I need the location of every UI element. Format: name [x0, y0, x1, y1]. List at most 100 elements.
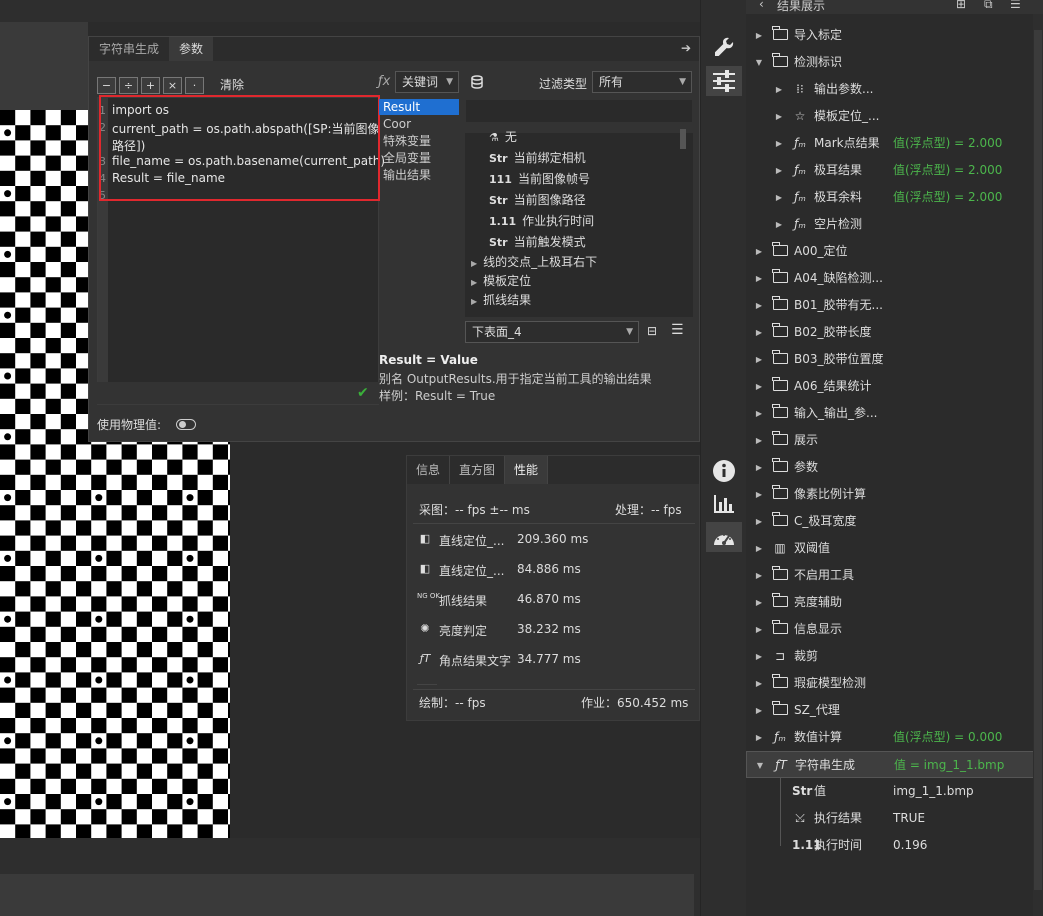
- expand-arrow-icon[interactable]: ▶: [754, 373, 764, 400]
- result-tree-scrollbar[interactable]: [1033, 14, 1043, 916]
- keyword-item[interactable]: 全局变量: [379, 150, 459, 166]
- tab-string-generate[interactable]: 字符串生成: [89, 37, 169, 61]
- tree-item[interactable]: ▶ 抓线结果: [471, 290, 531, 310]
- tree-item[interactable]: 111 当前图像帧号: [489, 169, 590, 189]
- menu-icon[interactable]: ☰: [671, 322, 684, 338]
- sliders-icon[interactable]: [706, 66, 742, 96]
- expand-arrow-icon[interactable]: ▶: [754, 346, 764, 373]
- tree-row[interactable]: ▶ ƒₘ 空片检测: [746, 211, 1043, 238]
- expand-arrow-icon[interactable]: ▶: [471, 259, 477, 268]
- expand-arrow-icon[interactable]: ▶: [774, 76, 784, 103]
- tree-item[interactable]: 1.11 作业执行时间: [489, 211, 594, 231]
- expand-arrow-icon[interactable]: ▶: [774, 157, 784, 184]
- keyword-item[interactable]: Coor: [379, 116, 459, 132]
- expand-arrow-icon[interactable]: ▶: [471, 278, 477, 287]
- tree-row[interactable]: ▶ B01_胶带有无...: [746, 292, 1043, 319]
- keyword-item[interactable]: 输出结果: [379, 167, 459, 183]
- tree-row[interactable]: ▶ 输入_输出_参...: [746, 400, 1043, 427]
- tree-row[interactable]: ▶ A04_缺陷检测...: [746, 265, 1043, 292]
- expand-arrow-icon[interactable]: ▶: [471, 297, 477, 306]
- expand-arrow-icon[interactable]: ▶: [754, 535, 764, 562]
- tree-scrollbar[interactable]: [680, 129, 686, 149]
- expand-arrow-icon[interactable]: ▶: [754, 697, 764, 724]
- divide-button[interactable]: ÷: [119, 77, 138, 94]
- expand-arrow-icon[interactable]: ▶: [754, 481, 764, 508]
- dot-button[interactable]: ·: [185, 77, 204, 94]
- expand-arrow-icon[interactable]: ▶: [774, 130, 784, 157]
- tree-row[interactable]: ▶ ⊐ 裁剪: [746, 643, 1043, 670]
- tree-row[interactable]: ▶ ƒₘ 数值计算 值(浮点型) = 0.000: [746, 724, 1043, 751]
- tree-row[interactable]: ▶ 导入标定: [746, 22, 1043, 49]
- expand-arrow-icon[interactable]: ▶: [754, 670, 764, 697]
- wrench-icon[interactable]: [706, 34, 742, 64]
- tree-row[interactable]: ▶ ƒₘ Mark点结果 值(浮点型) = 2.000: [746, 130, 1043, 157]
- expand-arrow-icon[interactable]: ▶: [754, 508, 764, 535]
- collapse-arrow-icon[interactable]: ▼: [754, 49, 764, 76]
- tree-row[interactable]: ▼ 检测标识: [746, 49, 1043, 76]
- plus-button[interactable]: +: [141, 77, 160, 94]
- histogram-icon[interactable]: [706, 489, 742, 519]
- tree-item[interactable]: Str 当前绑定相机: [489, 148, 586, 168]
- tree-row[interactable]: ▶ SZ_代理: [746, 697, 1043, 724]
- expand-arrow-icon[interactable]: ▶: [754, 589, 764, 616]
- expand-arrow-icon[interactable]: ▶: [754, 724, 764, 751]
- tree-row[interactable]: ▶ C_极耳宽度: [746, 508, 1043, 535]
- physical-value-toggle[interactable]: [176, 419, 196, 430]
- keyword-item[interactable]: Result: [379, 99, 459, 115]
- tree-row[interactable]: ▶ B03_胶带位置度: [746, 346, 1043, 373]
- expand-arrow-icon[interactable]: ▶: [774, 103, 784, 130]
- tree-item[interactable]: Str 当前触发模式: [489, 232, 586, 252]
- tree-row[interactable]: ▶ A00_定位: [746, 238, 1043, 265]
- tab-histogram[interactable]: 直方图: [450, 456, 506, 484]
- copy-icon[interactable]: ⧉: [984, 0, 993, 12]
- tab-params[interactable]: 参数: [169, 37, 214, 61]
- tree-row[interactable]: ▶ ƒₘ 极耳余料 值(浮点型) = 2.000: [746, 184, 1043, 211]
- tree-row[interactable]: ▶ 像素比例计算: [746, 481, 1043, 508]
- tree-row[interactable]: ▶ A06_结果统计: [746, 373, 1043, 400]
- info-icon[interactable]: [706, 456, 742, 486]
- tree-row[interactable]: ▶ 参数: [746, 454, 1043, 481]
- keyword-select[interactable]: 关键词 ▼: [395, 71, 459, 93]
- expand-arrow-icon[interactable]: ▶: [754, 319, 764, 346]
- tab-performance[interactable]: 性能: [505, 456, 549, 484]
- performance-gauge-icon[interactable]: [706, 522, 742, 552]
- tree-row[interactable]: ▶ ƒₘ 极耳结果 值(浮点型) = 2.000: [746, 157, 1043, 184]
- tree-row[interactable]: ▶ 不启用工具: [746, 562, 1043, 589]
- menu-icon[interactable]: ☰: [1010, 0, 1021, 11]
- expand-arrow-icon[interactable]: ▶: [754, 265, 764, 292]
- tree-row[interactable]: ▶ ☆ 模板定位_...: [746, 103, 1043, 130]
- pin-icon[interactable]: ➔: [681, 41, 691, 55]
- expand-arrow-icon[interactable]: ▶: [754, 22, 764, 49]
- filter-type-select[interactable]: 所有 ▼: [592, 71, 692, 93]
- tab-info[interactable]: 信息: [407, 456, 451, 484]
- tree-row[interactable]: ▶ ⁞⁝ 输出参数...: [746, 76, 1043, 103]
- tree-row[interactable]: ▶ B02_胶带长度: [746, 319, 1043, 346]
- expand-arrow-icon[interactable]: ▶: [774, 211, 784, 238]
- expand-arrow-icon[interactable]: ▶: [754, 292, 764, 319]
- list-add-icon[interactable]: ⊟: [647, 324, 657, 338]
- keyword-item[interactable]: 特殊变量: [379, 133, 459, 149]
- tree-row[interactable]: ▶ ▥ 双阈值: [746, 535, 1043, 562]
- collapse-arrow-icon[interactable]: ▼: [755, 752, 765, 779]
- tree-row[interactable]: ▼ ƒT 字符串生成 值 = img_1_1.bmp: [746, 751, 1043, 778]
- tree-row[interactable]: 1.11 执行时间 0.196: [746, 832, 1043, 859]
- expand-arrow-icon[interactable]: ▶: [754, 454, 764, 481]
- expand-arrow-icon[interactable]: ▶: [754, 616, 764, 643]
- tree-item[interactable]: ▶ 线的交点_上极耳右下: [471, 252, 597, 272]
- tree-row[interactable]: ▶ 瑕疵模型检测: [746, 670, 1043, 697]
- expand-arrow-icon[interactable]: ▶: [774, 184, 784, 211]
- tree-item[interactable]: Str 当前图像路径: [489, 190, 586, 210]
- variable-search-input[interactable]: [465, 99, 693, 123]
- expand-arrow-icon[interactable]: ▶: [754, 562, 764, 589]
- tree-row[interactable]: ⤩ 执行结果 TRUE: [746, 805, 1043, 832]
- tree-item[interactable]: ▶ 模板定位: [471, 271, 531, 291]
- expand-arrow-icon[interactable]: ▶: [754, 400, 764, 427]
- chevron-left-icon[interactable]: ‹: [759, 0, 764, 11]
- add-item-icon[interactable]: ⊞: [956, 0, 966, 11]
- tree-row[interactable]: ▶ 信息显示: [746, 616, 1043, 643]
- tree-row[interactable]: Str 值 img_1_1.bmp: [746, 778, 1043, 805]
- tree-row[interactable]: ▶ 亮度辅助: [746, 589, 1043, 616]
- surface-select[interactable]: 下表面_4 ▼: [465, 321, 639, 343]
- expand-arrow-icon[interactable]: ▶: [754, 643, 764, 670]
- expand-arrow-icon[interactable]: ▶: [754, 427, 764, 454]
